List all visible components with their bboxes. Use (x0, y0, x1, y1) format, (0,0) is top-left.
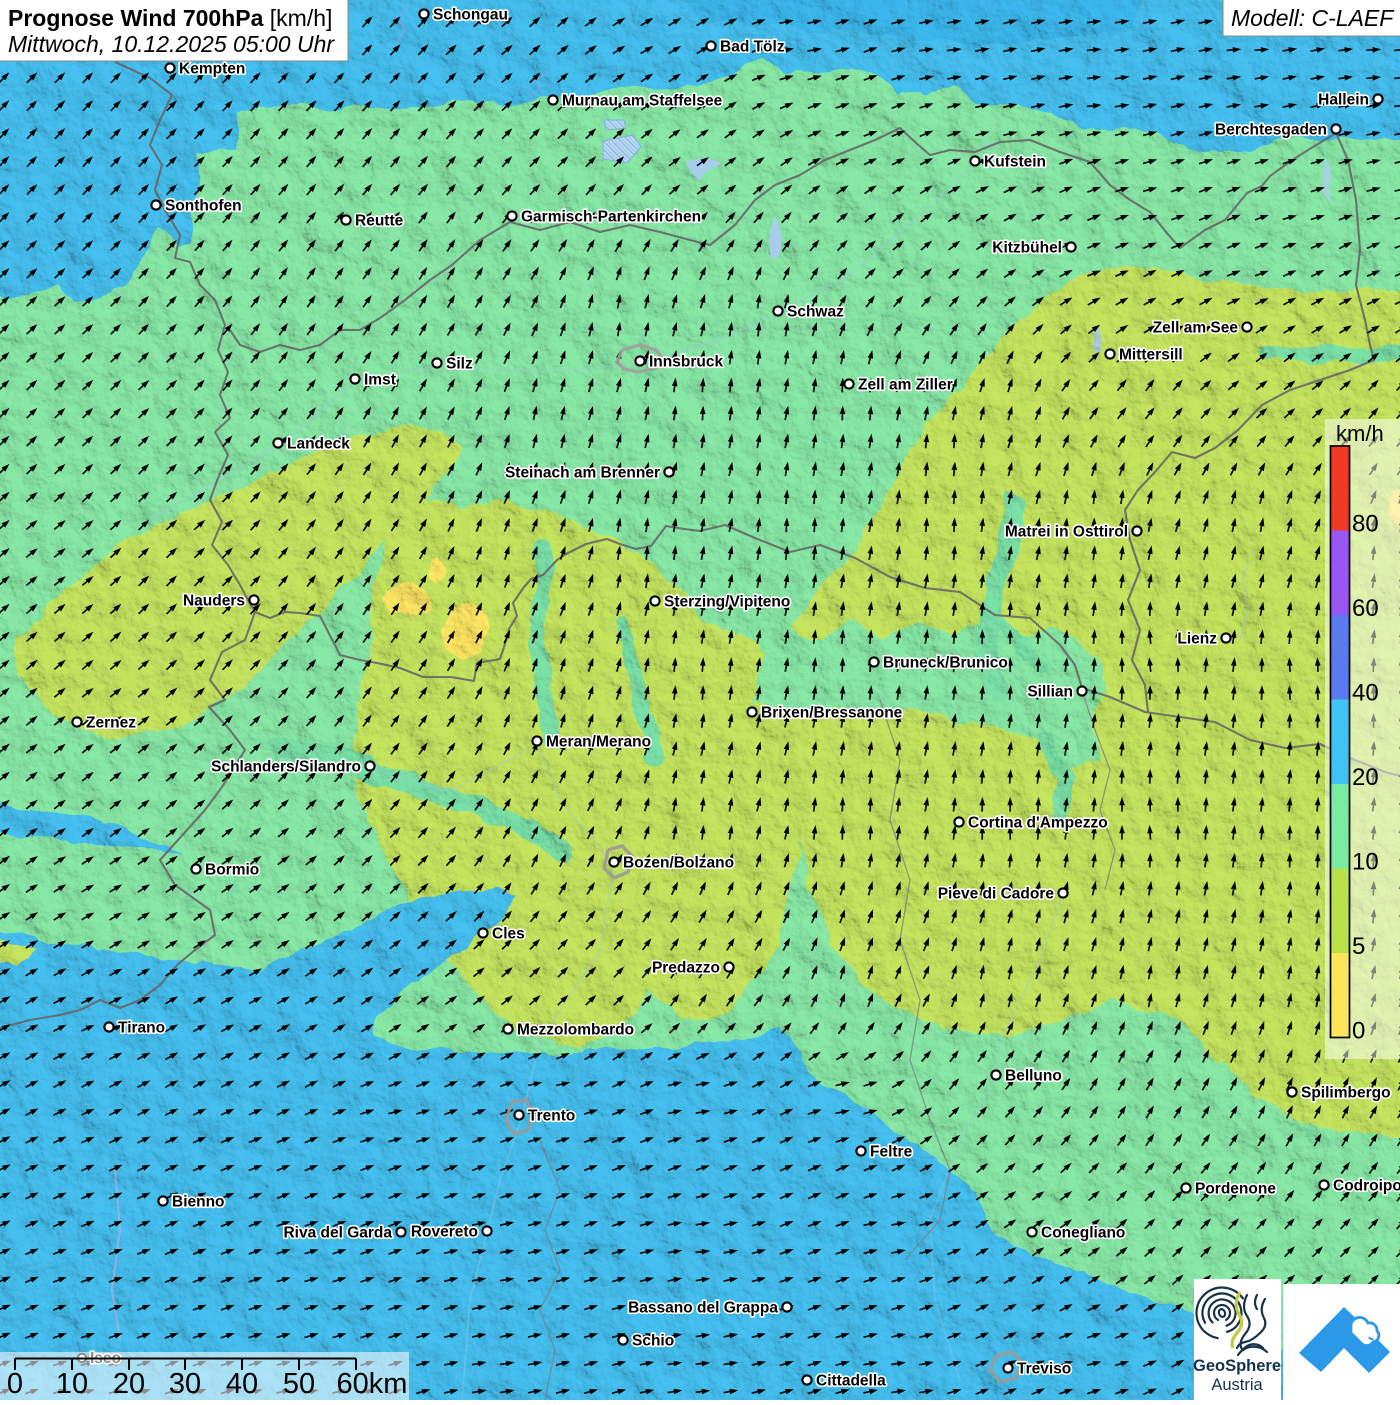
svg-text:Zell am See: Zell am See (1153, 320, 1239, 337)
svg-text:Bad Tölz: Bad Tölz (720, 39, 785, 56)
svg-text:Kitzbühel: Kitzbühel (992, 240, 1062, 257)
svg-text:Cles: Cles (492, 926, 525, 943)
svg-text:Mittwoch, 10.12.2025 05:00 Uhr: Mittwoch, 10.12.2025 05:00 Uhr (8, 31, 335, 57)
svg-text:Spilimbergo: Spilimbergo (1301, 1085, 1391, 1102)
svg-text:Riva del Garda: Riva del Garda (283, 1225, 392, 1242)
svg-text:Bruneck/Brunico: Bruneck/Brunico (883, 655, 1008, 672)
svg-text:Feltre: Feltre (870, 1144, 913, 1161)
svg-text:60: 60 (1352, 595, 1379, 622)
svg-text:Austria: Austria (1211, 1376, 1263, 1394)
svg-text:Nauders: Nauders (183, 593, 245, 610)
svg-text:30: 30 (169, 1368, 201, 1400)
svg-text:Hallein: Hallein (1318, 92, 1369, 109)
svg-text:Sillian: Sillian (1027, 684, 1073, 701)
svg-text:Codroipo: Codroipo (1333, 1178, 1400, 1195)
svg-text:Rovereto: Rovereto (411, 1224, 478, 1241)
svg-text:Schwaz: Schwaz (787, 304, 844, 321)
svg-text:Treviso: Treviso (1017, 1361, 1071, 1378)
svg-text:Prognose Wind 700hPa [km/h]: Prognose Wind 700hPa [km/h] (8, 5, 332, 31)
svg-text:Predazzo: Predazzo (652, 960, 720, 977)
svg-text:Matrei in Osttirol: Matrei in Osttirol (1005, 524, 1128, 541)
svg-text:Schongau: Schongau (433, 7, 508, 24)
svg-text:Sterzing/Vipiteno: Sterzing/Vipiteno (664, 594, 790, 611)
svg-text:Garmisch-Partenkirchen: Garmisch-Partenkirchen (521, 209, 701, 226)
svg-text:5: 5 (1352, 933, 1365, 960)
svg-text:Lienz: Lienz (1177, 631, 1217, 648)
svg-text:Imst: Imst (364, 372, 396, 389)
svg-text:Bienno: Bienno (172, 1194, 225, 1211)
svg-text:Bozen/Bolzano: Bozen/Bolzano (623, 855, 734, 872)
svg-text:Zell am Ziller: Zell am Ziller (858, 377, 953, 394)
svg-text:Berchtesgaden: Berchtesgaden (1215, 122, 1327, 139)
svg-text:Cittadella: Cittadella (816, 1373, 886, 1390)
svg-text:60km: 60km (337, 1368, 408, 1400)
svg-text:Bormio: Bormio (205, 862, 259, 879)
svg-text:Cortina d'Ampezzo: Cortina d'Ampezzo (968, 815, 1108, 832)
svg-text:Murnau am Staffelsee: Murnau am Staffelsee (562, 93, 723, 110)
svg-text:Schlanders/Silandro: Schlanders/Silandro (211, 759, 361, 776)
svg-text:Meran/Merano: Meran/Merano (546, 734, 651, 751)
svg-text:Tirano: Tirano (118, 1020, 165, 1037)
svg-text:GeoSphere: GeoSphere (1193, 1357, 1281, 1375)
svg-text:km/h: km/h (1336, 421, 1384, 446)
svg-text:Pordenone: Pordenone (1195, 1181, 1276, 1198)
svg-text:Mittersill: Mittersill (1119, 347, 1183, 364)
svg-text:0: 0 (7, 1368, 23, 1400)
svg-text:20: 20 (1352, 764, 1379, 791)
svg-text:40: 40 (1352, 680, 1379, 707)
svg-text:10: 10 (1352, 849, 1379, 876)
svg-text:Steinach am Brenner: Steinach am Brenner (505, 465, 660, 482)
svg-text:Sonthofen: Sonthofen (165, 198, 242, 215)
svg-text:Brixen/Bressanone: Brixen/Bressanone (761, 705, 903, 722)
svg-text:10: 10 (56, 1368, 88, 1400)
svg-text:Zernez: Zernez (86, 715, 136, 732)
svg-text:Innsbruck: Innsbruck (649, 354, 723, 371)
svg-text:50: 50 (283, 1368, 315, 1400)
svg-text:Pieve di Cadore: Pieve di Cadore (938, 886, 1055, 903)
svg-text:0: 0 (1352, 1018, 1365, 1045)
svg-text:Landeck: Landeck (287, 436, 350, 453)
svg-text:Trento: Trento (528, 1108, 575, 1125)
svg-text:Modell: C-LAEF: Modell: C-LAEF (1231, 5, 1395, 31)
svg-text:Silz: Silz (446, 356, 473, 373)
svg-text:Kufstein: Kufstein (984, 154, 1046, 171)
svg-text:Bassano del Grappa: Bassano del Grappa (628, 1300, 778, 1317)
svg-text:20: 20 (113, 1368, 145, 1400)
svg-text:Kempten: Kempten (179, 61, 245, 78)
svg-text:Conegliano: Conegliano (1041, 1225, 1125, 1242)
svg-text:Mezzolombardo: Mezzolombardo (517, 1022, 634, 1039)
svg-text:Schio: Schio (632, 1333, 674, 1350)
svg-text:Belluno: Belluno (1005, 1068, 1062, 1085)
svg-text:Reutte: Reutte (355, 213, 404, 230)
svg-text:80: 80 (1352, 511, 1379, 538)
svg-text:40: 40 (226, 1368, 258, 1400)
